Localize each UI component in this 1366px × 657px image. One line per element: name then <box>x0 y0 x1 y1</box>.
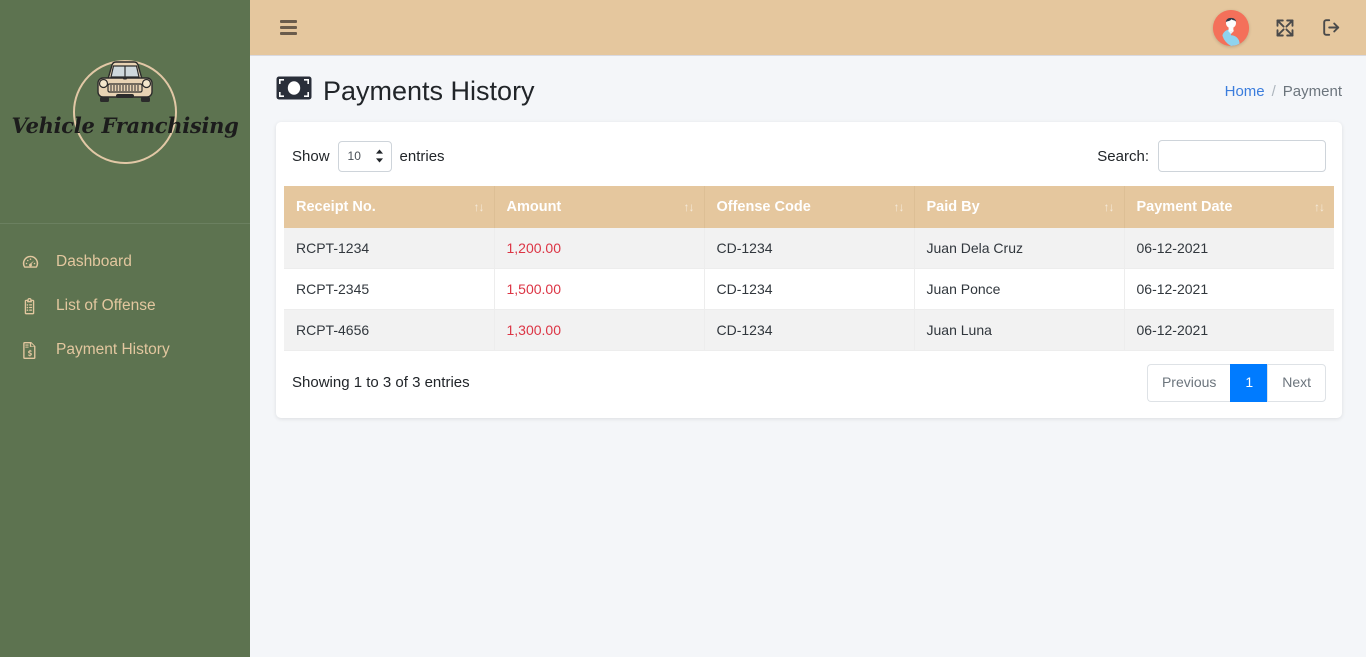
cell-receipt-no: RCPT-1234 <box>284 228 495 269</box>
cell-receipt-no: RCPT-4656 <box>284 309 495 351</box>
table-row[interactable]: RCPT-4656 1,300.00 CD-1234 Juan Luna 06-… <box>284 309 1334 351</box>
breadcrumb-separator: / <box>1271 83 1276 100</box>
car-front-icon <box>88 53 162 118</box>
breadcrumb: Home / Payment <box>1225 83 1342 100</box>
column-header-amount[interactable]: Amount ↑↓ <box>494 186 705 228</box>
page-title: Payments History <box>276 76 535 107</box>
breadcrumb-current: Payment <box>1282 83 1342 100</box>
column-label: Receipt No. <box>296 199 376 215</box>
sidebar-item-list-of-offense[interactable]: List of Offense <box>0 284 250 328</box>
entries-info: Showing 1 to 3 of 3 entries <box>292 374 470 392</box>
sort-icon: ↑↓ <box>683 200 695 214</box>
cell-offense-code: CD-1234 <box>704 228 915 269</box>
payments-table-card: Show 10 25 50 100 <box>276 122 1342 418</box>
search-input[interactable] <box>1158 140 1326 172</box>
column-label: Offense Code <box>716 199 811 215</box>
cell-payment-date: 06-12-2021 <box>1124 268 1334 310</box>
sort-icon: ↑↓ <box>893 200 905 214</box>
hamburger-icon[interactable] <box>276 16 301 39</box>
sidebar-item-dashboard[interactable]: Dashboard <box>0 240 250 284</box>
cell-offense-code: CD-1234 <box>704 268 915 310</box>
tachometer-icon <box>22 254 48 271</box>
sidebar-item-label: Payment History <box>56 341 170 359</box>
cell-paid-by: Juan Ponce <box>914 268 1125 310</box>
table-head: Receipt No. ↑↓ Amount ↑↓ Offense Code ↑↓ <box>284 186 1334 228</box>
cell-receipt-no: RCPT-2345 <box>284 268 495 310</box>
sort-icon: ↑↓ <box>473 200 485 214</box>
pagination: Previous 1 Next <box>1146 364 1326 402</box>
cell-paid-by: Juan Luna <box>914 309 1125 351</box>
main-area: Payments History Home / Payment Show 10 <box>250 0 1366 657</box>
sidebar: Vehicle Franchising Dashboard List of Of… <box>0 0 250 657</box>
sign-out-icon[interactable] <box>1321 17 1342 38</box>
pagination-next[interactable]: Next <box>1267 364 1326 402</box>
show-label: Show <box>292 147 330 165</box>
sort-icon: ↑↓ <box>1103 200 1115 214</box>
sort-icon: ↑↓ <box>1314 200 1325 214</box>
cell-amount: 1,500.00 <box>494 268 705 310</box>
brand-logo[interactable]: Vehicle Franchising <box>0 0 250 224</box>
page-length-select[interactable]: 10 25 50 100 <box>337 140 392 172</box>
page-header: Payments History Home / Payment <box>250 56 1366 119</box>
column-header-paid-by[interactable]: Paid By ↑↓ <box>914 186 1125 228</box>
entries-length-control: Show 10 25 50 100 <box>292 140 445 172</box>
file-invoice-dollar-icon <box>22 341 48 359</box>
page-title-text: Payments History <box>323 76 535 106</box>
sidebar-item-label: List of Offense <box>56 297 156 315</box>
sidebar-item-payment-history[interactable]: Payment History <box>0 328 250 372</box>
table-row[interactable]: RCPT-1234 1,200.00 CD-1234 Juan Dela Cru… <box>284 228 1334 269</box>
expand-arrows-icon[interactable] <box>1275 18 1295 38</box>
column-label: Paid By <box>926 199 980 215</box>
sidebar-nav: Dashboard List of Offense Payment Histor… <box>0 224 250 372</box>
breadcrumb-home[interactable]: Home <box>1225 83 1265 100</box>
brand-name: Vehicle Franchising <box>11 113 239 138</box>
money-bill-icon <box>276 76 312 107</box>
column-header-receipt-no[interactable]: Receipt No. ↑↓ <box>284 186 495 228</box>
topbar-actions <box>1213 9 1342 46</box>
app-root: Vehicle Franchising Dashboard List of Of… <box>0 0 1366 657</box>
cell-payment-date: 06-12-2021 <box>1124 228 1334 269</box>
cell-amount: 1,300.00 <box>494 309 705 351</box>
table-row[interactable]: RCPT-2345 1,500.00 CD-1234 Juan Ponce 06… <box>284 268 1334 310</box>
column-label: Payment Date <box>1136 199 1233 215</box>
column-label: Amount <box>506 199 562 215</box>
cell-paid-by: Juan Dela Cruz <box>914 228 1125 269</box>
table-body: RCPT-1234 1,200.00 CD-1234 Juan Dela Cru… <box>284 228 1334 351</box>
pagination-page-1[interactable]: 1 <box>1230 364 1268 402</box>
user-avatar[interactable] <box>1213 9 1249 46</box>
cell-offense-code: CD-1234 <box>704 309 915 351</box>
table-header-row: Receipt No. ↑↓ Amount ↑↓ Offense Code ↑↓ <box>284 186 1334 228</box>
payments-table: Receipt No. ↑↓ Amount ↑↓ Offense Code ↑↓ <box>284 186 1334 351</box>
datatable-footer: Showing 1 to 3 of 3 entries Previous 1 N… <box>284 351 1334 410</box>
datatable-toolbar: Show 10 25 50 100 <box>284 140 1334 186</box>
topbar <box>250 0 1366 56</box>
content-area: Payments History Home / Payment Show 10 <box>250 56 1366 657</box>
cell-amount: 1,200.00 <box>494 228 705 269</box>
clipboard-list-icon <box>22 297 48 315</box>
cell-payment-date: 06-12-2021 <box>1124 309 1334 351</box>
search-control: Search: <box>1097 140 1326 172</box>
entries-label: entries <box>399 147 445 165</box>
sidebar-item-label: Dashboard <box>56 253 132 271</box>
column-header-payment-date[interactable]: Payment Date ↑↓ <box>1124 186 1334 228</box>
pagination-previous[interactable]: Previous <box>1146 364 1231 402</box>
search-label: Search: <box>1097 147 1149 165</box>
column-header-offense-code[interactable]: Offense Code ↑↓ <box>704 186 915 228</box>
